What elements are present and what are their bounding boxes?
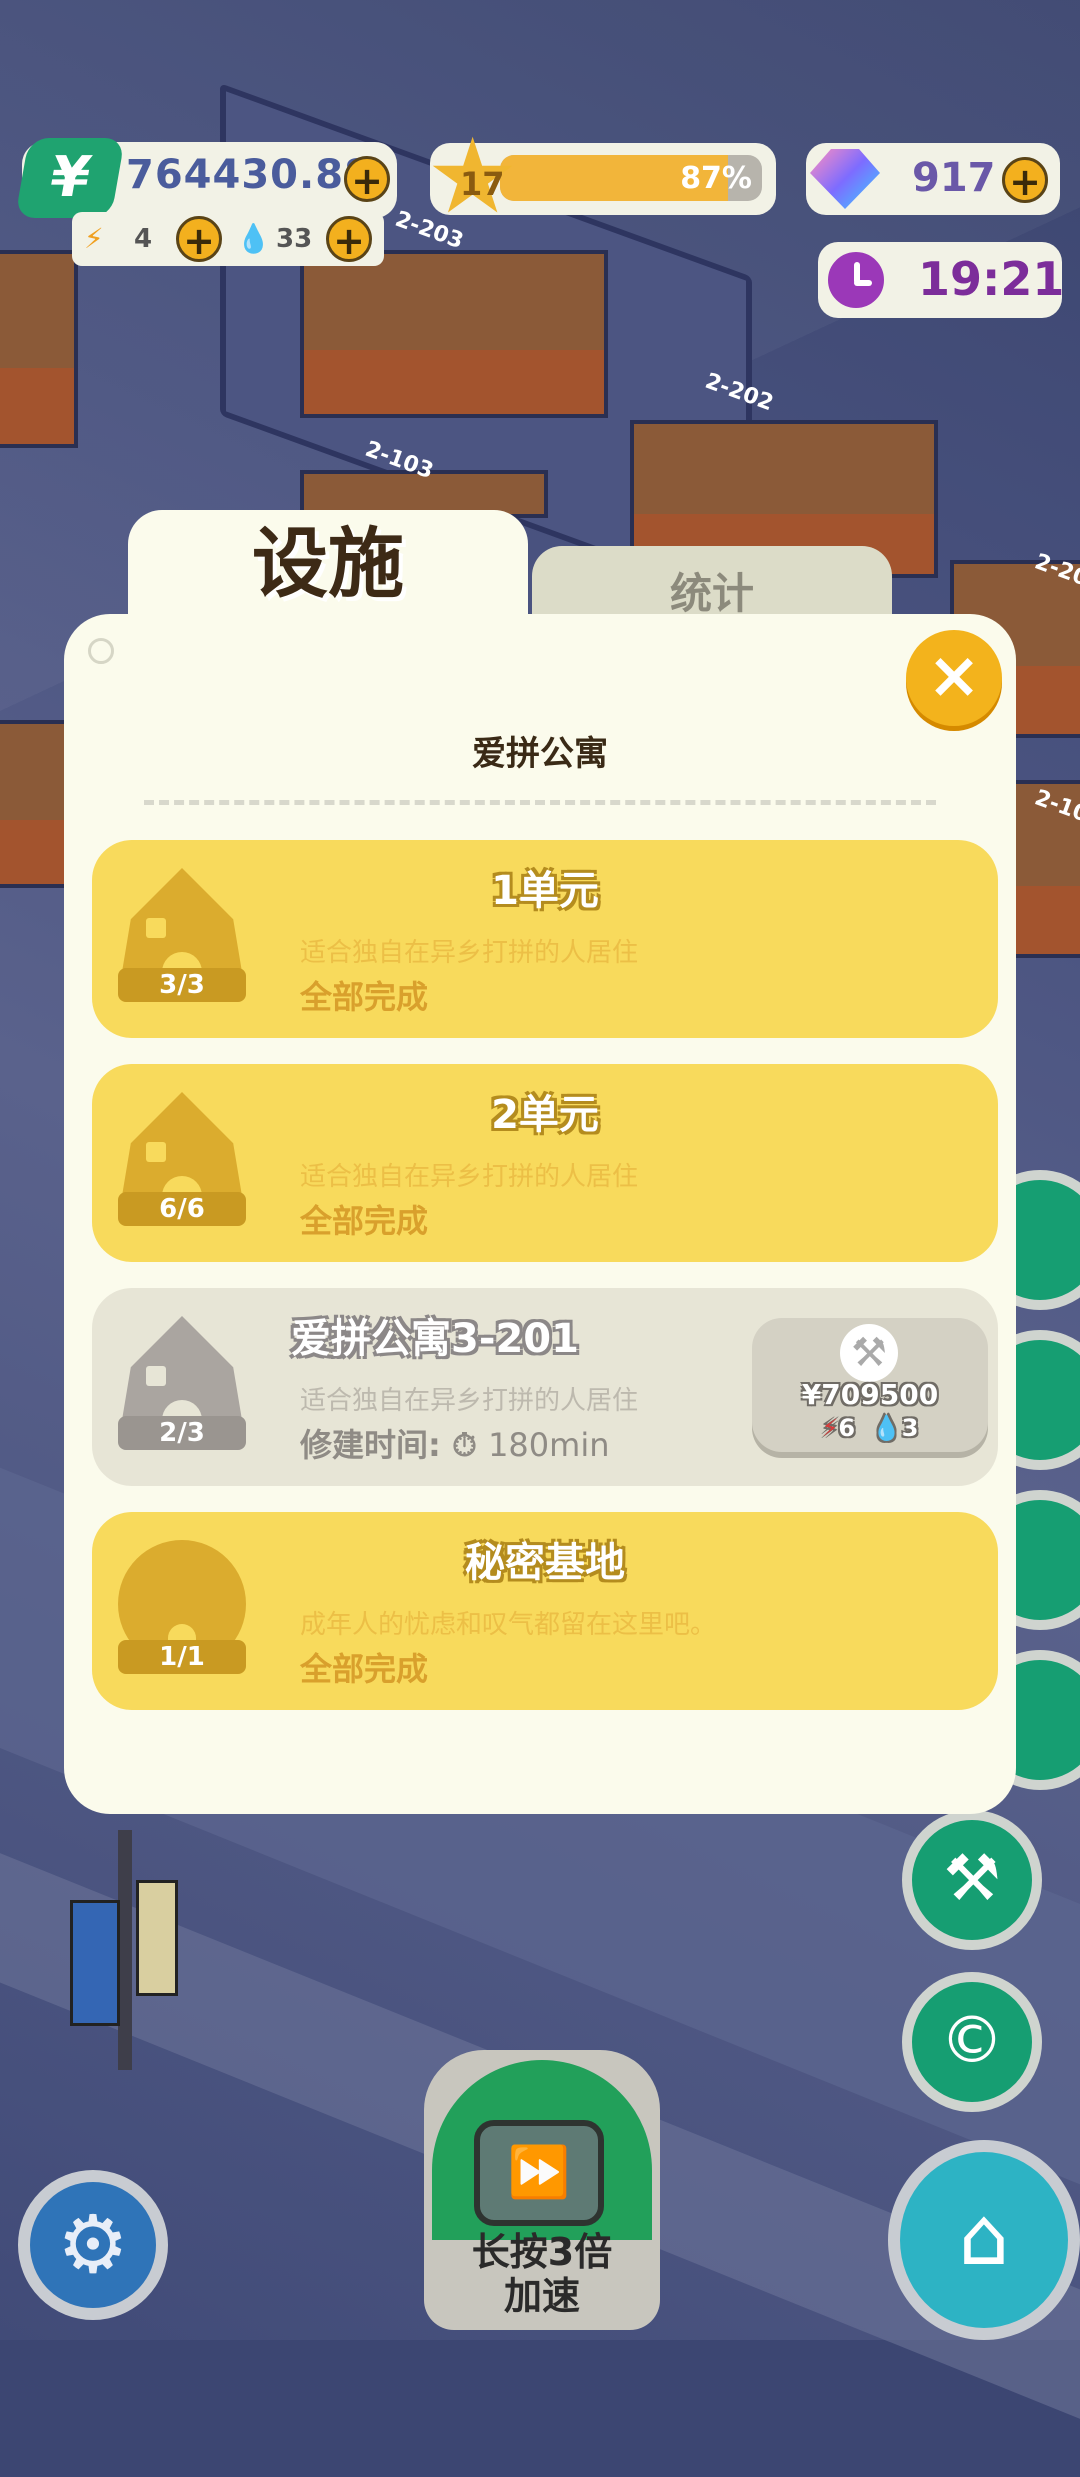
speed-up-button[interactable]: ⏩ 长按3倍 加速 [424,2050,660,2330]
energy-icon: ⚡ [821,1414,839,1442]
clock-icon [824,248,888,312]
gem-bar: 917 + [806,143,1060,215]
street-banner [136,1880,178,1996]
add-gem-button[interactable]: + [1002,157,1048,204]
room-2-203[interactable]: 2-203 [300,207,608,418]
room-left-lower[interactable] [0,720,68,888]
card-status: 全部完成 [300,1650,429,1688]
card-description: 成年人的忧虑和叹气都留在这里吧。 [300,1610,717,1640]
room-left[interactable] [0,250,78,448]
build-water-cost: 3 [901,1414,919,1442]
speed-label-line2: 加速 [503,2274,580,2318]
build-time: 修建时间: ⏱ 180min [300,1420,609,1466]
money-bar: ¥ 764430.88 + [14,138,397,218]
street-banner [70,1900,120,2026]
panel-title: 爱拼公寓 [472,734,608,774]
money-value: 764430.88 [126,152,373,198]
tools-button[interactable]: ⚒ [902,1810,1042,1950]
level-number: 17 [460,165,505,203]
coin-button[interactable]: © [902,1972,1042,2112]
money-icon: ¥ [14,138,126,218]
facilities-panel: × 爱拼公寓 1单元 3/3 适合独自在异乡打拼的人居住 全部完成 2单元 6/… [64,614,1016,1814]
energy-value: 4 [134,224,153,254]
house-icon: 2/3 [118,1316,246,1450]
facility-card-unit-2[interactable]: 2单元 6/6 适合独自在异乡打拼的人居住 全部完成 [92,1064,998,1262]
street-lamp [118,1830,132,2070]
unit-count: 2/3 [118,1416,246,1450]
card-description: 适合独自在异乡打拼的人居住 [300,938,639,968]
card-status: 全部完成 [300,1202,429,1240]
build-time-label: 修建时间: [300,1426,441,1464]
unit-count: 3/3 [118,968,246,1002]
facility-card-unit-1[interactable]: 1单元 3/3 适合独自在异乡打拼的人居住 全部完成 [92,840,998,1038]
build-time-value: 180min [488,1426,610,1464]
home-icon: ⌂ [958,2190,1010,2283]
tab-facilities-label: 设施 [252,519,404,608]
water-icon: 💧 [871,1414,902,1442]
card-description: 适合独自在异乡打拼的人居住 [300,1162,639,1192]
level-progress: 87% [500,155,762,201]
speed-label-line1: 长按3倍 [471,2230,613,2274]
clock-time: 19:21 [918,252,1065,306]
facility-card-3-201[interactable]: 爱拼公寓3-201 2/3 适合独自在异乡打拼的人居住 修建时间: ⏱ 180m… [92,1288,998,1486]
resource-bar: ⚡ 4 + 💧 33 + [72,212,384,266]
room-label: 2-10 [1031,785,1080,828]
tree-icon: 1/1 [118,1540,246,1674]
water-value: 33 [276,224,313,254]
house-icon: 3/3 [118,868,246,1002]
close-button[interactable]: × [906,630,1002,726]
build-cost: ¥709500 [801,1378,939,1411]
add-energy-button[interactable]: + [176,216,222,263]
build-button[interactable]: ⚒ ¥709500 ⚡6 💧3 [752,1318,988,1452]
build-resources: ⚡6 💧3 [752,1414,988,1442]
card-description: 适合独自在异乡打拼的人居住 [300,1386,639,1416]
settings-button[interactable]: ⚙ [18,2170,168,2320]
settings-icon: ⚙ [57,2198,129,2291]
home-button[interactable]: ⌂ [888,2140,1080,2340]
add-water-button[interactable]: + [326,216,372,263]
speed-label: 长按3倍 加速 [424,2230,660,2318]
tab-statistics-label: 统计 [669,569,754,618]
coin-icon: © [940,2004,1004,2078]
build-cost-value: 709500 [821,1378,939,1411]
hammer-icon: ⚒ [840,1324,898,1382]
unit-count: 6/6 [118,1192,246,1226]
divider [144,800,936,805]
facility-card-secret-base[interactable]: 秘密基地 1/1 成年人的忧虑和叹气都留在这里吧。 全部完成 [92,1512,998,1710]
energy-icon: ⚡ [84,222,104,255]
unit-count: 1/1 [118,1640,246,1674]
tv-speed-icon: ⏩ [474,2120,604,2226]
add-money-button[interactable]: + [344,156,390,203]
gem-icon [810,149,880,209]
panel-decoration-icon [88,638,114,664]
gem-value: 917 [912,155,996,201]
water-icon: 💧 [236,222,271,255]
tab-facilities[interactable]: 设施 [128,510,528,630]
close-icon: × [927,639,981,713]
timer-icon: ⏱ [451,1426,477,1464]
card-status: 全部完成 [300,978,429,1016]
house-icon: 6/6 [118,1092,246,1226]
level-bar: 87% ★ 17 [426,124,776,228]
tools-icon: ⚒ [943,1842,1001,1916]
build-energy-cost: 6 [838,1414,856,1442]
game-clock: 19:21 [818,242,1065,318]
level-percent: 87% [680,161,752,196]
